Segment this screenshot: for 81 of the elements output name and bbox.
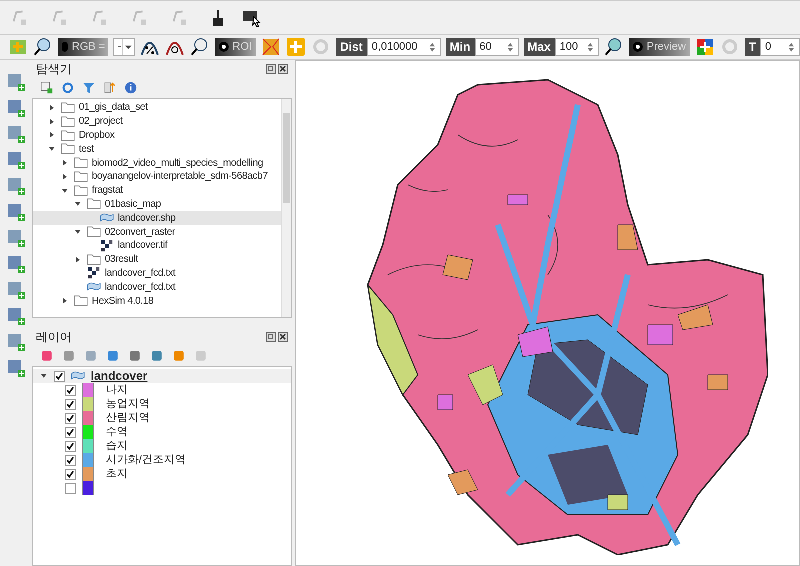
checkbox[interactable] bbox=[54, 370, 65, 382]
tree-item[interactable]: 01basic_map bbox=[33, 198, 281, 212]
field-label: Dist bbox=[336, 38, 367, 56]
tree-item[interactable]: biomod2_video_multi_species_modelling bbox=[33, 156, 281, 170]
color-grid-icon[interactable] bbox=[695, 37, 716, 57]
tree-item[interactable]: 02_project bbox=[33, 114, 281, 129]
tree-item[interactable]: landcover_fcd.txt bbox=[33, 280, 281, 294]
dropdown[interactable]: - bbox=[113, 38, 135, 56]
tree-item[interactable]: landcover.shp bbox=[33, 211, 281, 226]
info-icon[interactable] bbox=[124, 81, 138, 95]
checkbox[interactable] bbox=[65, 482, 76, 494]
file-name: test bbox=[79, 142, 94, 157]
tree-item[interactable]: fragstat bbox=[33, 184, 281, 198]
checkbox[interactable] bbox=[65, 454, 76, 466]
toggle-button[interactable]: RGB = bbox=[58, 38, 108, 56]
legend-label: 농업지역 bbox=[105, 396, 150, 412]
tree-item[interactable]: 03result bbox=[33, 252, 281, 267]
file-name: landcover_fcd.txt bbox=[105, 280, 176, 295]
float-icon[interactable] bbox=[266, 64, 276, 74]
refresh-icon[interactable] bbox=[61, 81, 75, 95]
zoom-icon[interactable] bbox=[190, 37, 210, 57]
spin-arrows-icon[interactable] bbox=[428, 42, 436, 52]
file-name: landcover.tif bbox=[118, 239, 168, 254]
legend-label: 나지 bbox=[105, 382, 128, 398]
checkbox[interactable] bbox=[65, 426, 76, 438]
tree-item[interactable]: 01_gis_data_set bbox=[33, 101, 281, 115]
scrollbar[interactable] bbox=[281, 99, 291, 317]
checkbox[interactable] bbox=[65, 384, 76, 396]
tree-item[interactable]: boyanangelov-interpretable_sdm-568acb7 bbox=[33, 170, 281, 184]
checkbox[interactable] bbox=[65, 412, 76, 424]
tree-item[interactable]: landcover.tif bbox=[33, 238, 281, 253]
legend-label: 수역 bbox=[105, 424, 128, 440]
spin-arrows-icon[interactable] bbox=[506, 42, 514, 52]
file-name: 01_gis_data_set bbox=[79, 101, 148, 116]
file-name: fragstat bbox=[92, 184, 123, 198]
tree-item[interactable]: test bbox=[33, 142, 281, 156]
panel-title: 탐색기 bbox=[36, 61, 73, 78]
file-name: landcover.shp bbox=[118, 212, 176, 226]
spin-box[interactable]: 100 bbox=[554, 38, 599, 56]
spin-box[interactable]: 60 bbox=[474, 38, 519, 56]
file-name: biomod2_video_multi_species_modelling bbox=[92, 156, 264, 171]
file-name: boyanangelov-interpretable_sdm-568acb7 bbox=[92, 170, 268, 184]
legend-label: 초지 bbox=[105, 466, 128, 482]
file-name: HexSim 4.0.18 bbox=[92, 294, 154, 309]
zoom-icon[interactable] bbox=[604, 37, 624, 57]
field-label: T bbox=[745, 38, 760, 56]
field-label: Max bbox=[524, 38, 555, 56]
raster-icon[interactable] bbox=[99, 238, 115, 254]
zoom-icon[interactable] bbox=[33, 37, 53, 57]
toggle-button[interactable]: Preview bbox=[628, 38, 690, 56]
spin-box[interactable]: 0,010000 bbox=[366, 38, 441, 56]
file-name: landcover_fcd.txt bbox=[105, 266, 176, 281]
raster-icon[interactable] bbox=[86, 265, 102, 282]
file-name: Dropbox bbox=[79, 129, 115, 143]
tree-item[interactable]: HexSim 4.0.18 bbox=[33, 294, 281, 308]
checkbox[interactable] bbox=[65, 398, 76, 410]
polygon-edit-icon[interactable] bbox=[261, 37, 282, 57]
file-name: 02convert_raster bbox=[105, 226, 176, 240]
caret-icon[interactable] bbox=[122, 39, 134, 55]
map-canvas[interactable] bbox=[295, 60, 800, 566]
spin-arrows-icon[interactable] bbox=[788, 42, 796, 52]
close-icon[interactable] bbox=[278, 332, 288, 342]
spin-arrows-icon[interactable] bbox=[586, 42, 594, 52]
legend-label: 산림지역 bbox=[105, 410, 150, 426]
tree-item[interactable]: Dropbox bbox=[33, 128, 281, 142]
close-icon[interactable] bbox=[278, 64, 288, 74]
panel-title: 레이어 bbox=[36, 329, 73, 346]
float-icon[interactable] bbox=[266, 332, 276, 342]
add-icon[interactable] bbox=[40, 81, 54, 95]
legend-label: 습지 bbox=[105, 438, 128, 454]
tree-item[interactable]: landcover_fcd.txt bbox=[33, 266, 281, 280]
checkbox[interactable] bbox=[65, 440, 76, 452]
legend-label: 시가화/건조지역 bbox=[105, 452, 186, 468]
spin-box[interactable]: 0 bbox=[760, 38, 800, 56]
file-name: 01basic_map bbox=[105, 198, 162, 212]
field-label: Min bbox=[446, 38, 475, 56]
file-name: 02_project bbox=[79, 115, 123, 130]
collapse-icon[interactable] bbox=[103, 81, 117, 95]
checkbox[interactable] bbox=[65, 468, 76, 480]
file-name: 03result bbox=[105, 253, 138, 268]
tree-item[interactable]: 02convert_raster bbox=[33, 225, 281, 239]
